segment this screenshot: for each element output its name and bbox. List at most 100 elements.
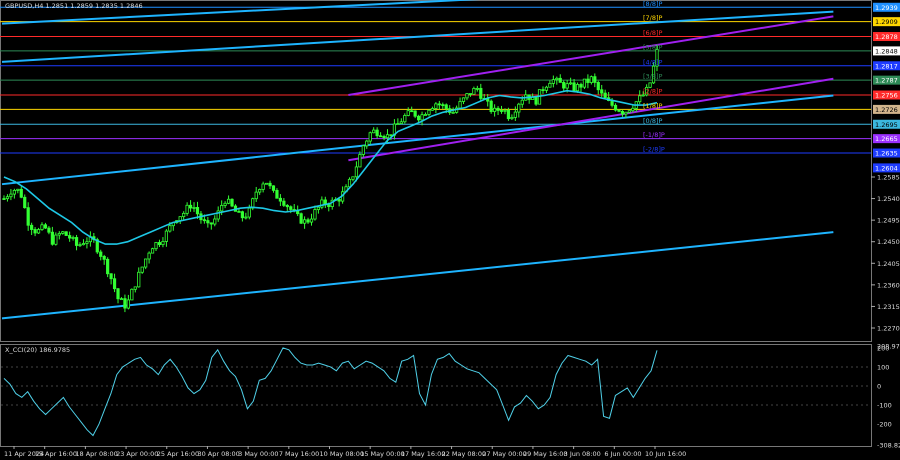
candle-body (337, 198, 341, 202)
candle-body (271, 185, 276, 191)
candle-body (389, 134, 393, 137)
candle-body (437, 103, 441, 106)
candle-body (600, 89, 604, 94)
candle-body (289, 206, 293, 210)
candle-body (47, 227, 51, 233)
candle-body (620, 110, 625, 115)
candle-body (472, 88, 476, 95)
candle-body (71, 237, 75, 239)
candle-body (185, 204, 189, 214)
cci-tick-label: -100 (877, 402, 892, 410)
candle-body (627, 110, 631, 113)
x-tick-label: 18 Apr 08:00 (75, 450, 117, 458)
candle-body (164, 230, 168, 242)
candle-body (544, 86, 549, 91)
y-tick-label: 1.2540 (877, 195, 900, 203)
cci-tick-label: 200 (877, 344, 889, 352)
candle-body (565, 83, 569, 89)
candle-body (562, 82, 566, 89)
candle-body (365, 140, 369, 147)
candle-body (309, 218, 314, 223)
murrey-label: [4/8]P (643, 58, 663, 66)
candle-body (116, 288, 120, 300)
candle-body (427, 109, 431, 115)
price-tag-label: 1.2878 (875, 33, 898, 41)
cci-tick-label: -200 (877, 421, 892, 429)
candle-body (43, 224, 48, 229)
price-tag-label: 1.2909 (875, 18, 898, 26)
candle-body (157, 242, 162, 246)
candle-body (572, 82, 576, 92)
murrey-label: [-2/8]P (643, 146, 665, 154)
price-tag-label: 1.2848 (875, 47, 898, 55)
murrey-label: [3/8]P (643, 73, 663, 81)
candle-body (385, 134, 390, 139)
candle-body (506, 109, 511, 120)
candle-body (410, 110, 414, 113)
candle-body (299, 213, 303, 224)
price-tag-label: 1.2695 (875, 121, 898, 129)
x-tick-label: 22 May 08:00 (442, 450, 487, 458)
trading-chart[interactable]: [8/8]P [7/8]P [6/8]P [5/8]P [4/8]P [3/8]P [2/8… (0, 0, 900, 460)
x-tick-label: 25 Apr 16:00 (157, 450, 199, 458)
x-tick-label: 29 May 16:00 (523, 450, 568, 458)
candle-body (593, 76, 597, 83)
x-tick-label: 3 Jun 08:00 (564, 450, 601, 458)
candle-body (192, 207, 196, 209)
y-tick-label: 1.2315 (877, 303, 900, 311)
candle-body (596, 82, 600, 91)
murrey-label: [-1/8]P (643, 131, 665, 139)
candle-body (285, 204, 289, 208)
candle-body (230, 198, 234, 207)
candle-body (575, 84, 580, 92)
candle-body (33, 229, 37, 234)
candle-body (582, 78, 587, 88)
candle-body (130, 288, 134, 301)
candle-body (603, 92, 607, 99)
candle-body (510, 117, 514, 120)
x-tick-label: 10 May 08:00 (320, 450, 365, 458)
candle-body (123, 298, 127, 309)
candle-body (468, 93, 473, 95)
candle-body (23, 196, 27, 209)
candle-body (513, 111, 517, 118)
candle-body (372, 129, 376, 134)
candle-body (586, 78, 590, 83)
candle-body (144, 258, 148, 268)
candle-body (140, 266, 144, 273)
candle-body (206, 220, 210, 224)
candle-body (617, 109, 621, 112)
candle-body (569, 82, 573, 85)
candle-body (137, 271, 141, 288)
candle-body (406, 110, 410, 116)
candle-body (534, 96, 538, 105)
candle-body (441, 104, 445, 107)
candle-body (147, 252, 151, 260)
x-tick-label: 17 May 16:00 (401, 450, 446, 458)
candle-body (479, 87, 483, 99)
candle-body (188, 204, 193, 209)
candle-body (430, 108, 435, 111)
candle-body (354, 166, 359, 178)
candle-body (264, 182, 269, 185)
candle-body (403, 115, 407, 123)
candle-body (102, 256, 106, 260)
candle-body (154, 242, 158, 250)
candle-body (327, 204, 331, 208)
candle-body (182, 212, 186, 218)
candle-body (9, 193, 13, 198)
price-tag-label: 1.2635 (875, 150, 898, 158)
y-tick-label: 1.2450 (877, 238, 900, 246)
candle-body (99, 251, 103, 257)
candle-body (275, 189, 279, 199)
candle-body (258, 189, 262, 193)
candle-body (126, 299, 130, 309)
candle-body (119, 298, 124, 301)
candle-body (150, 248, 155, 254)
murrey-label: [7/8]P (643, 14, 663, 22)
candle-body (420, 114, 424, 121)
candle-body (26, 207, 30, 226)
cci-tick-label: 100 (877, 363, 889, 371)
candle-body (417, 115, 421, 121)
candle-body (302, 219, 307, 224)
